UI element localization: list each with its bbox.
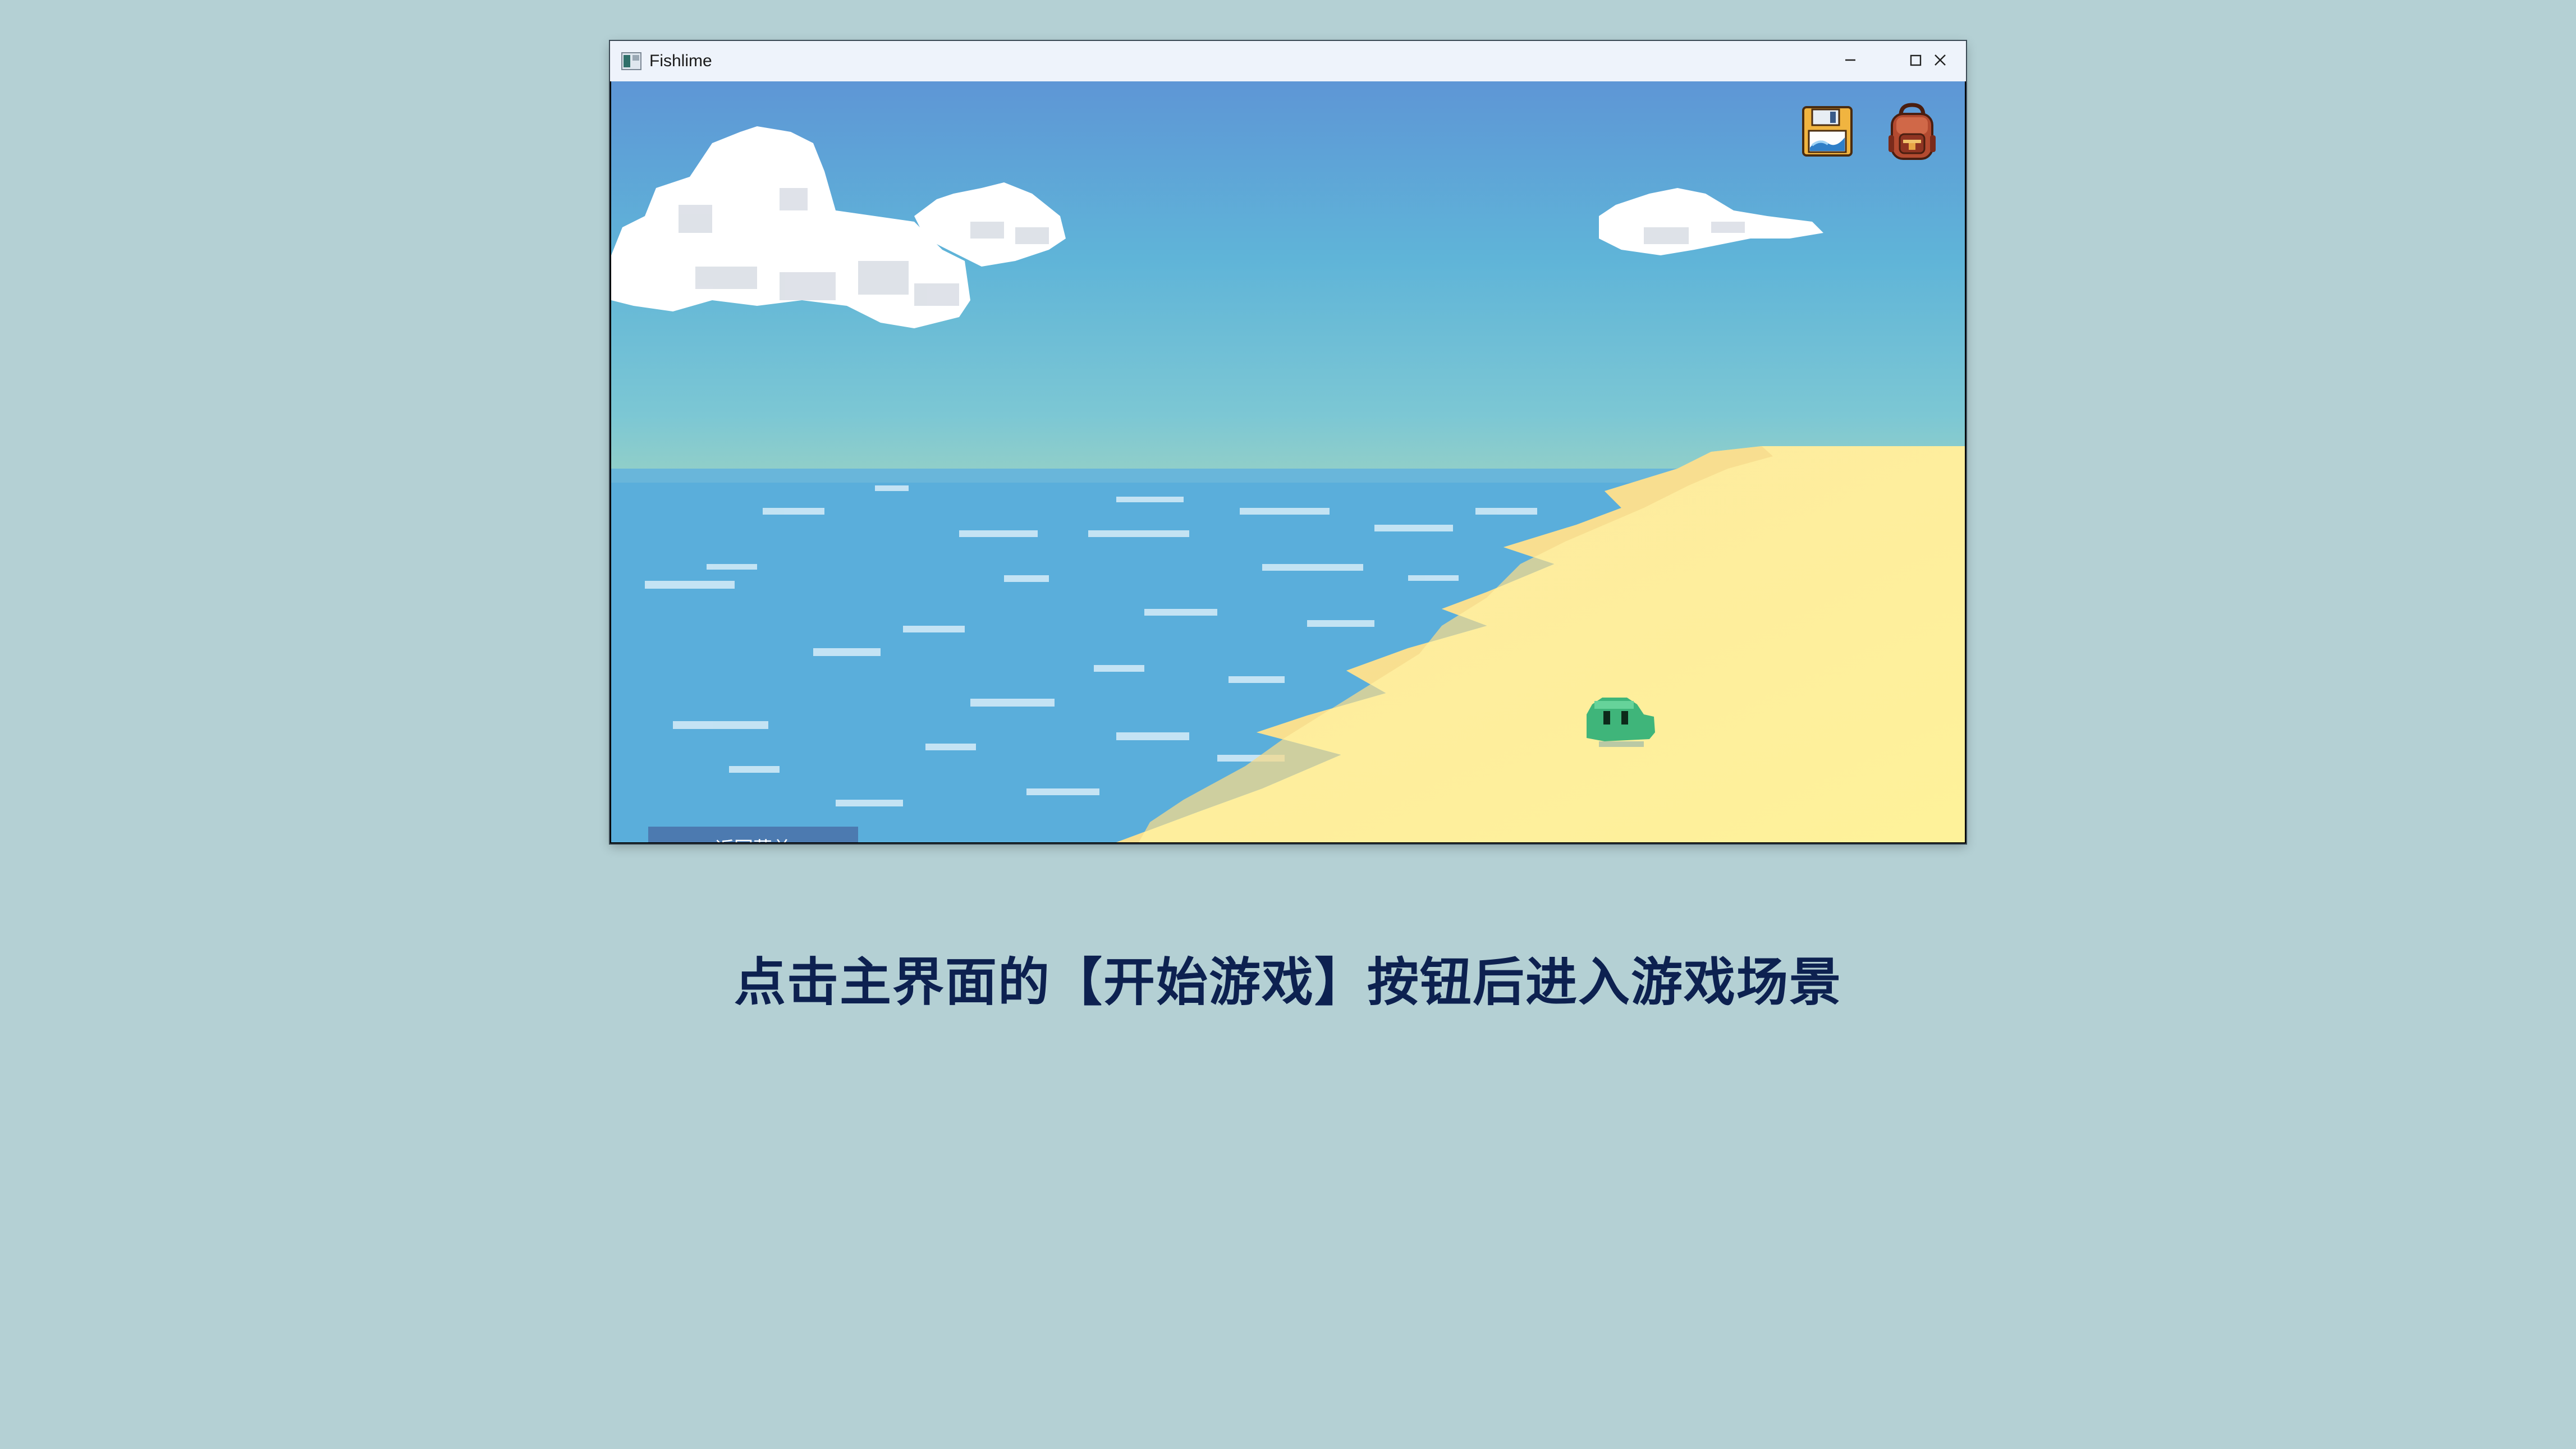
minimize-icon [1842,52,1859,71]
minimize-button[interactable] [1818,41,1883,81]
close-icon [1932,52,1949,71]
save-floppy-icon [1800,106,1855,161]
inventory-button[interactable] [1881,100,1942,162]
close-button[interactable] [1914,41,1966,81]
title-bar[interactable]: Fishlime [610,41,1966,81]
window-title: Fishlime [649,52,712,70]
app-window-icon [621,52,641,71]
beach-background [611,81,1965,842]
save-button[interactable] [1800,104,1855,159]
back-to-menu-button[interactable]: 返回菜单 [648,827,858,842]
caption-text: 点击主界面的【开始游戏】按钮后进入游戏场景 [734,952,1842,1012]
game-scene[interactable]: 返回菜单 [611,81,1965,842]
app-window: Fishlime [610,41,1966,843]
backpack-icon [1881,103,1942,164]
